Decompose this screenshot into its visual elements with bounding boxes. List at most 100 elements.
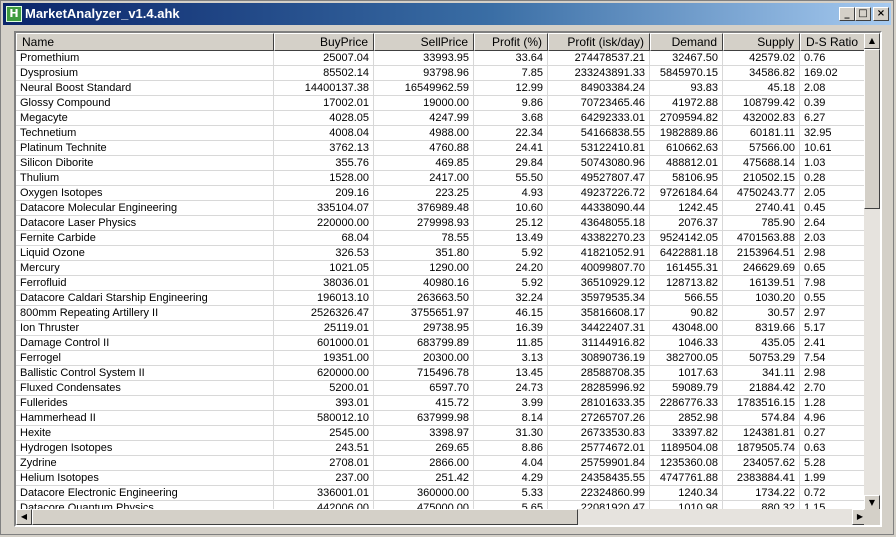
table-row[interactable]: Technetium 4008.04 4988.00 22.34 54166838.55… <box>16 126 870 141</box>
cell-profit-pct: 29.84 <box>474 156 548 170</box>
vertical-scroll-thumb[interactable] <box>864 49 880 209</box>
cell-demand: 32467.50 <box>650 51 723 65</box>
cell-demand: 161455.31 <box>650 261 723 275</box>
cell-profit-isk-day: 31144916.82 <box>548 336 650 350</box>
table-row[interactable]: Silicon Diborite 355.76 469.85 29.84 5074308… <box>16 156 870 171</box>
cell-buyprice: 85502.14 <box>274 66 374 80</box>
minimize-button[interactable]: _ <box>839 7 855 21</box>
table-row[interactable]: Neural Boost Standard 14400137.38 16549962… <box>16 81 870 96</box>
cell-ds-ratio: 2.41 <box>800 336 870 350</box>
scrollbar-corner <box>864 509 880 525</box>
table-row[interactable]: Mercury 1021.05 1290.00 24.20 40099807.70 161… <box>16 261 870 276</box>
cell-profit-isk-day: 49237226.72 <box>548 186 650 200</box>
cell-sellprice: 20300.00 <box>374 351 474 365</box>
cell-sellprice: 2417.00 <box>374 171 474 185</box>
table-row[interactable]: Helium Isotopes 237.00 251.42 4.29 24358435.… <box>16 471 870 486</box>
market-listview[interactable]: Name BuyPrice SellPrice Profit (%) Profit (i… <box>14 31 882 527</box>
column-header-sellprice[interactable]: SellPrice <box>374 33 474 51</box>
cell-demand: 610662.63 <box>650 141 723 155</box>
column-header-profit-isk-day[interactable]: Profit (isk/day) <box>548 33 650 51</box>
cell-sellprice: 1290.00 <box>374 261 474 275</box>
cell-profit-isk-day: 25759901.84 <box>548 456 650 470</box>
cell-name: Ferrofluid <box>16 276 274 290</box>
horizontal-scrollbar[interactable]: ◀ ▶ <box>16 509 868 525</box>
table-row[interactable]: Promethium 25007.04 33993.95 33.64 274478537… <box>16 51 870 66</box>
cell-demand: 1242.45 <box>650 201 723 215</box>
cell-buyprice: 68.04 <box>274 231 374 245</box>
column-header-profit-pct[interactable]: Profit (%) <box>474 33 548 51</box>
cell-profit-pct: 4.93 <box>474 186 548 200</box>
column-header-ds-ratio[interactable]: D-S Ratio <box>800 33 870 51</box>
table-row[interactable]: Zydrine 2708.01 2866.00 4.04 25759901.84 1235… <box>16 456 870 471</box>
column-header-name[interactable]: Name <box>16 33 274 51</box>
table-row[interactable]: Platinum Technite 3762.13 4760.88 24.41 5312… <box>16 141 870 156</box>
table-row[interactable]: Ion Thruster 25119.01 29738.95 16.39 3442240… <box>16 321 870 336</box>
table-row[interactable]: Hammerhead II 580012.10 637999.98 8.14 27265… <box>16 411 870 426</box>
vertical-scrollbar[interactable]: ▲ ▼ <box>864 33 880 511</box>
table-row[interactable]: Damage Control II 601000.01 683799.89 11.85… <box>16 336 870 351</box>
cell-ds-ratio: 169.02 <box>800 66 870 80</box>
column-header-demand[interactable]: Demand <box>650 33 723 51</box>
cell-ds-ratio: 0.76 <box>800 51 870 65</box>
cell-name: Liquid Ozone <box>16 246 274 260</box>
cell-demand: 93.83 <box>650 81 723 95</box>
maximize-button[interactable]: □ <box>855 7 871 21</box>
cell-profit-isk-day: 28588708.35 <box>548 366 650 380</box>
close-button[interactable]: × <box>873 7 889 21</box>
cell-buyprice: 237.00 <box>274 471 374 485</box>
cell-ds-ratio: 0.39 <box>800 96 870 110</box>
scroll-left-button[interactable]: ◀ <box>16 509 32 525</box>
table-row[interactable]: Hydrogen Isotopes 243.51 269.65 8.86 2577467… <box>16 441 870 456</box>
column-header-supply[interactable]: Supply <box>723 33 800 51</box>
table-row[interactable]: Megacyte 4028.05 4247.99 3.68 64292333.01 270… <box>16 111 870 126</box>
cell-profit-isk-day: 43648055.18 <box>548 216 650 230</box>
cell-sellprice: 6597.70 <box>374 381 474 395</box>
cell-sellprice: 360000.00 <box>374 486 474 500</box>
table-row[interactable]: Thulium 1528.00 2417.00 55.50 49527807.47 581… <box>16 171 870 186</box>
table-row[interactable]: Oxygen Isotopes 209.16 223.25 4.93 49237226.… <box>16 186 870 201</box>
app-window: H MarketAnalyzer_v1.4.ahk _ □ × Name BuyP… <box>0 0 894 535</box>
table-row[interactable]: 800mm Repeating Artillery II 2526326.47 37… <box>16 306 870 321</box>
cell-demand: 5845970.15 <box>650 66 723 80</box>
table-row[interactable]: Datacore Laser Physics 220000.00 279998.93… <box>16 216 870 231</box>
cell-ds-ratio: 2.08 <box>800 81 870 95</box>
cell-profit-isk-day: 27265707.26 <box>548 411 650 425</box>
cell-buyprice: 355.76 <box>274 156 374 170</box>
cell-name: Dysprosium <box>16 66 274 80</box>
table-row[interactable]: Datacore Caldari Starship Engineering 196… <box>16 291 870 306</box>
cell-demand: 58106.95 <box>650 171 723 185</box>
title-bar[interactable]: H MarketAnalyzer_v1.4.ahk _ □ × <box>3 3 891 25</box>
cell-ds-ratio: 0.63 <box>800 441 870 455</box>
cell-sellprice: 16549962.59 <box>374 81 474 95</box>
cell-demand: 9726184.64 <box>650 186 723 200</box>
cell-profit-isk-day: 24358435.55 <box>548 471 650 485</box>
cell-demand: 2709594.82 <box>650 111 723 125</box>
cell-buyprice: 17002.01 <box>274 96 374 110</box>
cell-supply: 60181.11 <box>723 126 800 140</box>
table-row[interactable]: Datacore Electronic Engineering 336001.01… <box>16 486 870 501</box>
cell-profit-isk-day: 40099807.70 <box>548 261 650 275</box>
table-row[interactable]: Liquid Ozone 326.53 351.80 5.92 41821052.91 6… <box>16 246 870 261</box>
table-row[interactable]: Fullerides 393.01 415.72 3.99 28101633.35 228… <box>16 396 870 411</box>
table-row[interactable]: Dysprosium 85502.14 93798.96 7.85 233243891.… <box>16 66 870 81</box>
cell-buyprice: 335104.07 <box>274 201 374 215</box>
cell-demand: 2286776.33 <box>650 396 723 410</box>
table-row[interactable]: Fernite Carbide 68.04 78.55 13.49 43382270.2… <box>16 231 870 246</box>
table-row[interactable]: Datacore Molecular Engineering 335104.07 3… <box>16 201 870 216</box>
table-row[interactable]: Ferrogel 19351.00 20300.00 3.13 30890736.19 3… <box>16 351 870 366</box>
horizontal-scroll-thumb[interactable] <box>32 509 578 525</box>
cell-buyprice: 243.51 <box>274 441 374 455</box>
cell-buyprice: 580012.10 <box>274 411 374 425</box>
table-row[interactable]: Fluxed Condensates 5200.01 6597.70 24.73 282… <box>16 381 870 396</box>
cell-profit-pct: 8.14 <box>474 411 548 425</box>
table-row[interactable]: Glossy Compound 17002.01 19000.00 9.86 70723… <box>16 96 870 111</box>
table-row[interactable]: Hexite 2545.00 3398.97 31.30 26733530.83 3339… <box>16 426 870 441</box>
scroll-up-button[interactable]: ▲ <box>864 33 880 49</box>
column-header-buyprice[interactable]: BuyPrice <box>274 33 374 51</box>
cell-demand: 43048.00 <box>650 321 723 335</box>
cell-buyprice: 4028.05 <box>274 111 374 125</box>
app-icon[interactable]: H <box>6 6 22 22</box>
cell-profit-pct: 16.39 <box>474 321 548 335</box>
table-row[interactable]: Ferrofluid 38036.01 40980.16 5.92 36510929.1… <box>16 276 870 291</box>
table-row[interactable]: Ballistic Control System II 620000.00 7154… <box>16 366 870 381</box>
